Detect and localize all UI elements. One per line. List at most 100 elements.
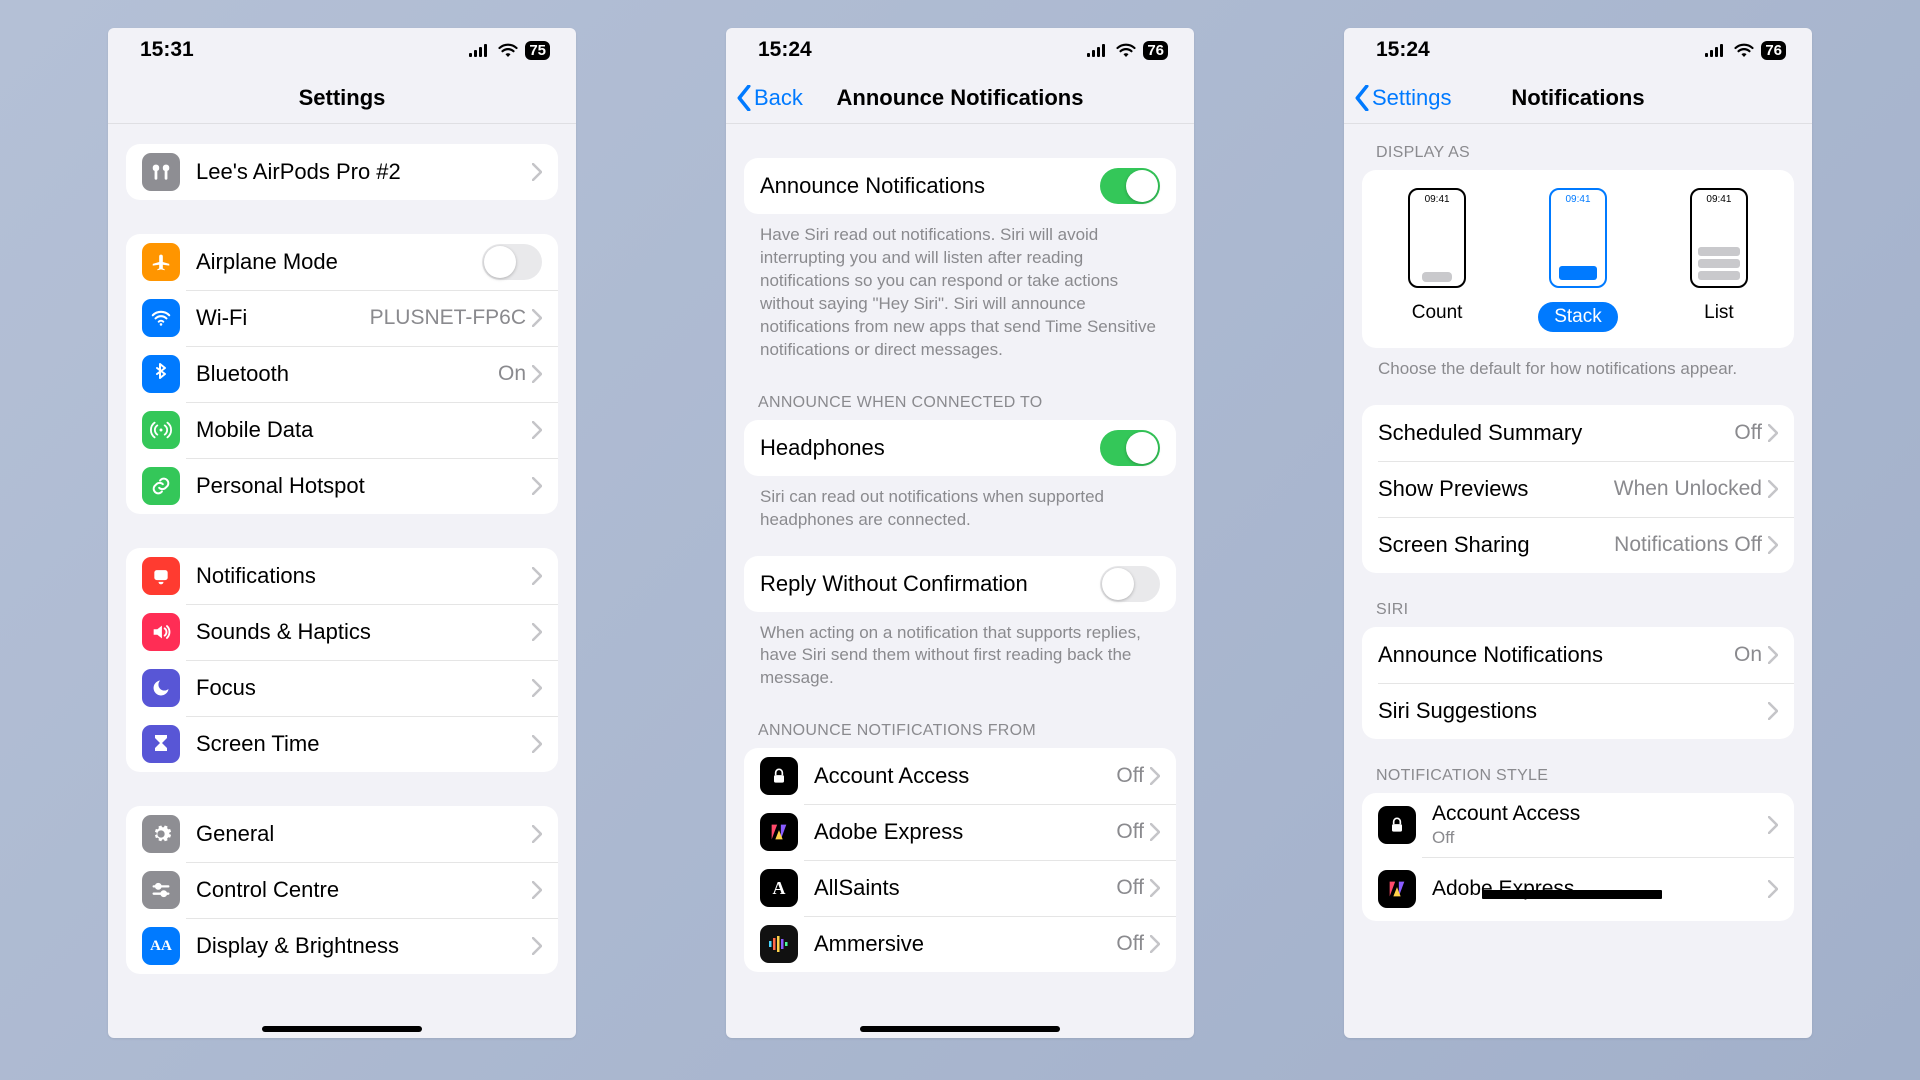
footer-announce: Have Siri read out notifications. Siri w… bbox=[744, 214, 1176, 366]
display-option-label: List bbox=[1704, 302, 1734, 324]
nav-header: Settings Notifications bbox=[1344, 72, 1812, 124]
row-headphones-toggle[interactable]: Headphones bbox=[744, 420, 1176, 476]
chevron-right-icon bbox=[532, 567, 542, 585]
phone-announce: 15:24 76 Back Announce Notifications Ann… bbox=[726, 28, 1194, 1038]
row-label: Announce Notifications bbox=[1378, 642, 1734, 668]
settings-row-airplane[interactable]: Airplane Mode bbox=[126, 234, 558, 290]
row-screenshare[interactable]: Screen Sharing Notifications Off bbox=[1362, 517, 1794, 573]
style-app-row-adobe[interactable]: Adobe Express bbox=[1362, 857, 1794, 921]
sliders-icon bbox=[142, 871, 180, 909]
row-value: Off bbox=[1734, 421, 1762, 445]
chevron-right-icon bbox=[532, 309, 542, 327]
row-label: Notifications bbox=[196, 563, 532, 589]
app-value: Off bbox=[1116, 820, 1144, 844]
settings-row-display[interactable]: AA Display & Brightness bbox=[126, 918, 558, 974]
display-option-stack[interactable]: 09:41 Stack bbox=[1538, 188, 1618, 332]
chevron-right-icon bbox=[1768, 536, 1778, 554]
row-label: Mobile Data bbox=[196, 417, 532, 443]
app-row-adobe[interactable]: Adobe Express Off bbox=[744, 804, 1176, 860]
back-button[interactable]: Settings bbox=[1344, 85, 1452, 111]
row-label: Focus bbox=[196, 675, 532, 701]
section-header-from: ANNOUNCE NOTIFICATIONS FROM bbox=[744, 694, 1176, 748]
app-value: Off bbox=[1116, 764, 1144, 788]
app-sublabel: Off bbox=[1432, 828, 1768, 848]
toggle-announce[interactable] bbox=[1100, 168, 1160, 204]
toggle-headphones[interactable] bbox=[1100, 430, 1160, 466]
settings-row-general[interactable]: General bbox=[126, 806, 558, 862]
style-app-row-account[interactable]: Account Access Off bbox=[1362, 793, 1794, 857]
chevron-right-icon bbox=[532, 679, 542, 697]
app-label: Account Access bbox=[814, 763, 1116, 789]
chevron-right-icon bbox=[532, 163, 542, 181]
announce-content[interactable]: Announce Notifications Have Siri read ou… bbox=[726, 124, 1194, 1038]
antenna-icon bbox=[142, 411, 180, 449]
cellular-icon bbox=[469, 43, 491, 57]
settings-row-sounds[interactable]: Sounds & Haptics bbox=[126, 604, 558, 660]
row-label: Announce Notifications bbox=[760, 173, 1100, 199]
cellular-icon bbox=[1705, 43, 1727, 57]
app-icon-account bbox=[760, 757, 798, 795]
chevron-right-icon bbox=[1768, 424, 1778, 442]
toggle-reply[interactable] bbox=[1100, 566, 1160, 602]
row-summary[interactable]: Scheduled Summary Off bbox=[1362, 405, 1794, 461]
wifi-status-icon bbox=[1115, 42, 1137, 58]
settings-row-notifications[interactable]: Notifications bbox=[126, 548, 558, 604]
home-indicator[interactable] bbox=[860, 1026, 1060, 1032]
statusbar: 15:24 76 bbox=[1344, 28, 1812, 72]
settings-row-bluetooth[interactable]: Bluetooth On bbox=[126, 346, 558, 402]
display-option-list[interactable]: 09:41 List bbox=[1690, 188, 1748, 332]
settings-row-hotspot[interactable]: Personal Hotspot bbox=[126, 458, 558, 514]
row-announce-toggle[interactable]: Announce Notifications bbox=[744, 158, 1176, 214]
nav-header: Back Announce Notifications bbox=[726, 72, 1194, 124]
row-value: PLUSNET-FP6C bbox=[370, 306, 526, 330]
status-time: 15:24 bbox=[1376, 38, 1430, 62]
row-reply-toggle[interactable]: Reply Without Confirmation bbox=[744, 556, 1176, 612]
display-option-label: Count bbox=[1412, 302, 1463, 324]
statusbar: 15:31 75 bbox=[108, 28, 576, 72]
link-icon bbox=[142, 467, 180, 505]
chevron-right-icon bbox=[532, 421, 542, 439]
toggle-airplane[interactable] bbox=[482, 244, 542, 280]
settings-content[interactable]: Lee's AirPods Pro #2 Airplane Mode Wi-Fi… bbox=[108, 124, 576, 1038]
redaction-bar bbox=[1482, 890, 1662, 899]
section-header-style: NOTIFICATION STYLE bbox=[1362, 739, 1794, 793]
airplane-icon bbox=[142, 243, 180, 281]
section-header-connected: ANNOUNCE WHEN CONNECTED TO bbox=[744, 366, 1176, 420]
app-row-ammersive[interactable]: Ammersive Off bbox=[744, 916, 1176, 972]
home-indicator[interactable] bbox=[262, 1026, 422, 1032]
settings-row-screentime[interactable]: Screen Time bbox=[126, 716, 558, 772]
page-title: Settings bbox=[108, 85, 576, 111]
battery-indicator: 75 bbox=[525, 41, 550, 60]
settings-row-control[interactable]: Control Centre bbox=[126, 862, 558, 918]
battery-indicator: 76 bbox=[1761, 41, 1786, 60]
row-label: Display & Brightness bbox=[196, 933, 532, 959]
row-previews[interactable]: Show Previews When Unlocked bbox=[1362, 461, 1794, 517]
notifications-content[interactable]: DISPLAY AS 09:41 Count 09:41 Stack 09:41… bbox=[1344, 124, 1812, 1038]
row-label: Airplane Mode bbox=[196, 249, 482, 275]
chevron-right-icon bbox=[1150, 767, 1160, 785]
nav-header: Settings bbox=[108, 72, 576, 124]
row-announce[interactable]: Announce Notifications On bbox=[1362, 627, 1794, 683]
row-label: Screen Time bbox=[196, 731, 532, 757]
status-time: 15:31 bbox=[140, 38, 194, 62]
row-suggest[interactable]: Siri Suggestions bbox=[1362, 683, 1794, 739]
chevron-right-icon bbox=[1768, 816, 1778, 834]
row-label: Screen Sharing bbox=[1378, 532, 1614, 558]
settings-row-wifi[interactable]: Wi-Fi PLUSNET-FP6C bbox=[126, 290, 558, 346]
back-label: Back bbox=[754, 85, 803, 111]
app-row-account[interactable]: Account Access Off bbox=[744, 748, 1176, 804]
app-row-allsaints[interactable]: A AllSaints Off bbox=[744, 860, 1176, 916]
settings-row-focus[interactable]: Focus bbox=[126, 660, 558, 716]
chevron-right-icon bbox=[532, 623, 542, 641]
chevron-right-icon bbox=[532, 937, 542, 955]
back-button[interactable]: Back bbox=[726, 85, 803, 111]
settings-row-mobiledata[interactable]: Mobile Data bbox=[126, 402, 558, 458]
phone-notifications: 15:24 76 Settings Notifications DISPLAY … bbox=[1344, 28, 1812, 1038]
settings-row-airpods[interactable]: Lee's AirPods Pro #2 bbox=[126, 144, 558, 200]
display-option-count[interactable]: 09:41 Count bbox=[1408, 188, 1466, 332]
chevron-right-icon bbox=[532, 881, 542, 899]
gear-icon bbox=[142, 815, 180, 853]
chevron-right-icon bbox=[1150, 935, 1160, 953]
chevron-right-icon bbox=[1150, 823, 1160, 841]
row-value: On bbox=[1734, 643, 1762, 667]
